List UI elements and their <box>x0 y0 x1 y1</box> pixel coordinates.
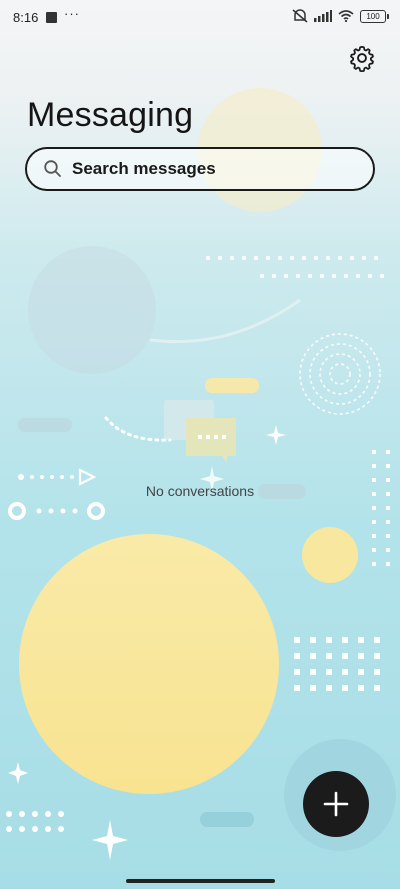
empty-state-text: No conversations <box>145 483 255 499</box>
more-notifications-icon: ··· <box>64 6 80 21</box>
status-bar: 8:16 ··· 100 <box>0 0 400 36</box>
wifi-icon <box>338 10 354 22</box>
notification-icon <box>46 12 57 23</box>
signal-icon <box>314 10 332 22</box>
page-title: Messaging <box>27 96 194 134</box>
new-conversation-button[interactable] <box>303 771 369 837</box>
search-input[interactable] <box>72 159 332 179</box>
plus-icon <box>323 791 349 817</box>
gear-icon[interactable] <box>348 44 376 72</box>
search-bar[interactable] <box>25 147 375 191</box>
mute-icon <box>292 9 308 23</box>
status-time: 8:16 <box>13 10 39 25</box>
home-indicator[interactable] <box>126 879 275 883</box>
search-icon <box>44 160 61 177</box>
battery-icon: 100 <box>360 9 389 23</box>
battery-level: 100 <box>366 11 380 21</box>
